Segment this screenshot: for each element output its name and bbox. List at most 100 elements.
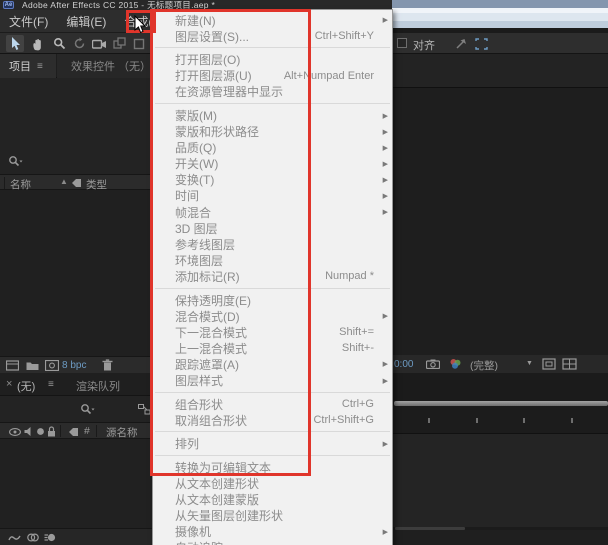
new-composition-icon[interactable] — [45, 360, 59, 371]
shy-layers-icon[interactable] — [8, 533, 21, 543]
shape-tool-icon — [133, 38, 145, 49]
panel-menu-icon[interactable]: ≡ — [37, 61, 43, 72]
close-icon[interactable]: × — [6, 378, 12, 390]
layer-menu-item[interactable]: 摄像机 ▶ — [153, 524, 392, 540]
diagonal-arrow-icon — [456, 38, 466, 49]
submenu-arrow-icon: ▶ — [382, 176, 388, 184]
selection-arrow-icon — [11, 36, 20, 50]
submenu-arrow-icon: ▶ — [382, 440, 388, 448]
menu-edit[interactable]: 编辑(E) — [57, 10, 115, 32]
submenu-arrow-icon: ▶ — [382, 361, 388, 369]
layer-menu-item[interactable]: 自动追踪 — [153, 540, 392, 545]
submenu-arrow-icon: ▶ — [382, 144, 388, 152]
project-column-header: 名称 ▲ 类型 — [0, 174, 152, 191]
region-of-interest-icon[interactable] — [542, 358, 556, 370]
rotation-tool-button[interactable] — [70, 35, 88, 52]
mouse-cursor-icon — [134, 15, 146, 34]
show-channels-icon[interactable] — [449, 358, 462, 370]
tab-project[interactable]: 项目 ≡ — [0, 54, 56, 78]
marquee-button[interactable] — [472, 35, 490, 52]
layer-menu-item[interactable]: 从文本创建形状 — [153, 475, 392, 491]
resolution-dropdown[interactable]: (完整) — [470, 358, 498, 373]
mask-shape-tool-button[interactable] — [130, 35, 148, 52]
timeline-track-area — [392, 434, 608, 527]
menu-item-label: 从文本创建蒙版 — [175, 493, 260, 508]
timeline-column-header: # 源名称 — [0, 422, 152, 439]
search-icon[interactable] — [80, 403, 95, 416]
marquee-icon — [474, 37, 488, 50]
trash-icon[interactable] — [102, 359, 113, 371]
after-effects-window: Ae Adobe After Effects CC 2015 - 无标题项目.a… — [0, 0, 608, 545]
timeline-bottom-edge — [392, 530, 608, 545]
tab-render-queue[interactable]: 渲染队列 — [76, 378, 120, 394]
camera-tool-button[interactable] — [90, 35, 108, 52]
timeline-time-ruler[interactable] — [392, 406, 608, 434]
align-checkbox[interactable] — [397, 38, 407, 48]
timeline-right-upper — [392, 373, 608, 401]
sort-ascending-icon[interactable]: ▲ — [60, 177, 68, 186]
bit-depth-button[interactable]: 8 bpc — [62, 360, 86, 371]
composition-bottom-bar: 0:00 (完整) ▼ — [392, 355, 608, 373]
menu-item-label: 自动追踪 — [175, 539, 223, 545]
submenu-arrow-icon: ▶ — [382, 209, 388, 217]
menu-item-shortcut: Shift+- — [341, 342, 374, 355]
tab-comp-none[interactable]: (无) — [17, 378, 35, 394]
menu-file[interactable]: 文件(F) — [0, 10, 57, 32]
submenu-arrow-icon: ▶ — [382, 313, 388, 321]
submenu-arrow-icon: ▶ — [382, 160, 388, 168]
timeline-layers-area — [0, 439, 152, 528]
motion-blur-icon[interactable] — [44, 532, 56, 543]
timeline-search-row — [0, 396, 152, 422]
panel-menu-icon[interactable]: ≡ — [48, 379, 54, 390]
pan-behind-icon — [112, 37, 126, 49]
zoom-tool-button[interactable] — [50, 35, 68, 52]
ae-app-icon: Ae — [3, 1, 14, 9]
label-tag-icon[interactable] — [68, 427, 79, 437]
project-footer-bar: 8 bpc — [0, 356, 152, 373]
hand-tool-button[interactable] — [28, 35, 46, 52]
timecode[interactable]: 0:00 — [394, 359, 413, 370]
snapshot-camera-icon[interactable] — [426, 359, 440, 369]
dropdown-arrow-icon[interactable]: ▼ — [526, 360, 533, 367]
magnifier-icon — [53, 37, 65, 50]
layer-menu-item[interactable]: 从矢量图层创建形状 — [153, 508, 392, 524]
layer-number-column[interactable]: # — [84, 425, 90, 437]
interpret-footage-icon[interactable] — [6, 360, 19, 371]
audio-icon[interactable] — [24, 426, 33, 437]
annotation-box-menu — [150, 9, 311, 476]
align-label: 对齐 — [413, 40, 435, 52]
submenu-arrow-icon: ▶ — [382, 192, 388, 200]
submenu-arrow-icon: ▶ — [382, 377, 388, 385]
pan-behind-tool-button[interactable] — [110, 35, 128, 52]
submenu-arrow-icon: ▶ — [382, 112, 388, 120]
timeline-tabbar: × (无) ≡ 渲染队列 — [0, 373, 152, 396]
menu-item-shortcut: Numpad * — [325, 270, 374, 283]
frame-blend-icon[interactable] — [27, 532, 39, 543]
source-name-column[interactable]: 源名称 — [106, 425, 138, 440]
project-panel-tabbar: 项目 ≡ 效果控件 （无） — [0, 54, 152, 78]
tab-effect-controls[interactable]: 效果控件 （无） — [57, 54, 152, 78]
composition-panel-top — [392, 54, 608, 88]
rotate-icon — [74, 37, 84, 49]
project-items-area — [0, 190, 152, 356]
workspace-expand-button[interactable] — [452, 35, 470, 52]
solo-icon[interactable] — [36, 427, 45, 436]
menu-item-shortcut: Shift+= — [339, 326, 374, 339]
label-tag-icon[interactable] — [71, 178, 82, 188]
menu-item-label: 从文本创建形状 — [175, 476, 260, 491]
layer-menu-item[interactable]: 从文本创建蒙版 — [153, 492, 392, 508]
menu-item-shortcut: Ctrl+Shift+Y — [314, 30, 374, 43]
selection-tool-button[interactable] — [6, 35, 24, 52]
new-folder-icon[interactable] — [26, 360, 39, 371]
eye-icon[interactable] — [9, 428, 21, 436]
menu-item-label: 摄像机 — [175, 525, 212, 540]
tab-project-label: 项目 — [9, 61, 31, 73]
hand-icon — [32, 38, 41, 50]
project-search-row — [0, 150, 152, 174]
lock-icon[interactable] — [47, 426, 56, 437]
submenu-arrow-icon: ▶ — [382, 528, 388, 536]
submenu-arrow-icon: ▶ — [382, 17, 388, 25]
menu-item-shortcut: Ctrl+G — [341, 398, 374, 411]
grid-guides-icon[interactable] — [562, 358, 577, 370]
search-icon[interactable] — [8, 155, 23, 168]
